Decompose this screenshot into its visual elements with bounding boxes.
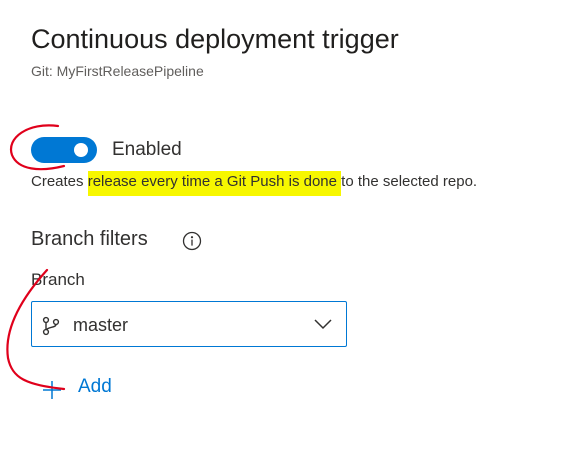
plus-icon	[43, 381, 61, 399]
info-icon[interactable]	[182, 231, 202, 251]
description-prefix: Creates	[31, 173, 88, 190]
page-subtitle: Git: MyFirstReleasePipeline	[31, 63, 204, 79]
chevron-down-icon	[314, 319, 332, 330]
branch-icon	[42, 316, 60, 336]
toggle-knob	[74, 143, 88, 157]
description-suffix: to the selected repo.	[341, 173, 478, 190]
branch-dropdown[interactable]: master	[31, 301, 347, 347]
branch-filters-title: Branch filters	[31, 228, 148, 250]
enabled-toggle[interactable]	[31, 137, 97, 163]
add-label: Add	[78, 376, 112, 397]
selected-branch-value: master	[73, 315, 129, 335]
trigger-description: Creates release every time a Git Push is…	[31, 171, 478, 196]
branch-field-label: Branch	[31, 270, 85, 289]
description-highlight: release every time a Git Push is done	[87, 171, 342, 196]
toggle-label: Enabled	[112, 139, 182, 160]
page-title: Continuous deployment trigger	[31, 24, 399, 54]
